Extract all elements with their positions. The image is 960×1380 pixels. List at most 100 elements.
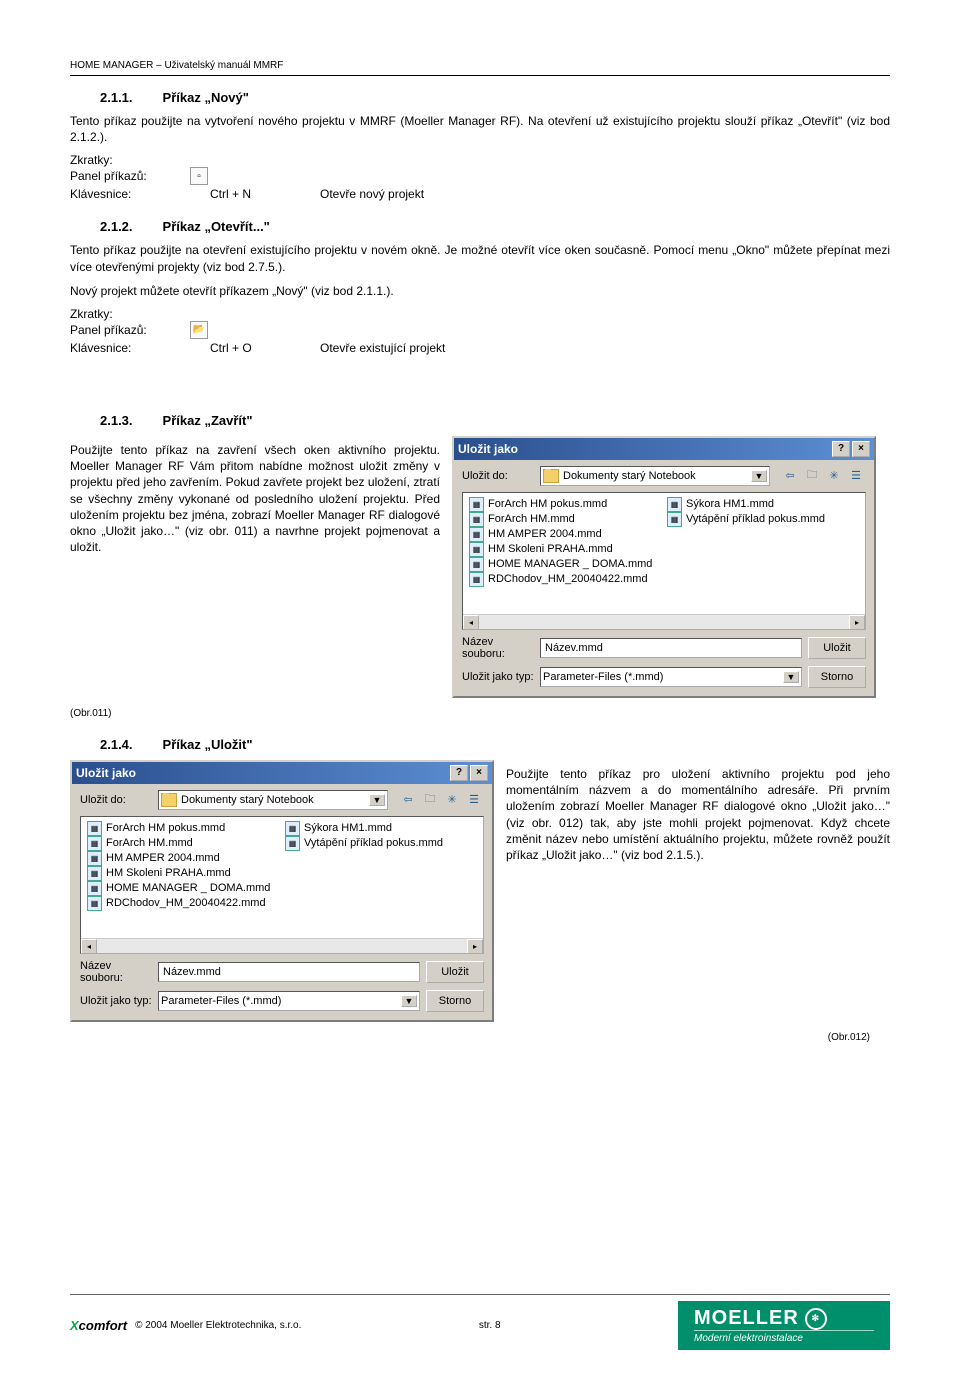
file-item[interactable]: ▦Vytápění příklad pokus.mmd [667, 512, 859, 527]
folder-icon [161, 793, 177, 807]
shortcuts-211: Zkratky: Panel příkazů: ▫ Klávesnice: Ct… [70, 153, 890, 201]
section-214: 2.1.4. Příkaz „Uložit" [100, 737, 890, 752]
mmd-file-icon: ▦ [87, 851, 102, 866]
file-list[interactable]: ▦ForArch HM pokus.mmd ▦ForArch HM.mmd ▦H… [462, 492, 866, 630]
cancel-button[interactable]: Storno [426, 990, 484, 1012]
save-button[interactable]: Uložit [808, 637, 866, 659]
moeller-logo-box: MOELLER ✼ Moderní elektroinstalace [678, 1301, 890, 1350]
filetype-label: Uložit jako typ: [80, 995, 152, 1007]
mmd-file-icon: ▦ [469, 497, 484, 512]
mmd-file-icon: ▦ [87, 866, 102, 881]
mmd-file-icon: ▦ [469, 512, 484, 527]
mmd-file-icon: ▦ [87, 896, 102, 911]
view-list-icon[interactable]: ☰ [846, 466, 866, 486]
file-item[interactable]: ▦HM Skoleni PRAHA.mmd [469, 542, 661, 557]
section-212-body1: Tento příkaz použijte na otevření existu… [70, 242, 890, 274]
filetype-combo[interactable]: Parameter-Files (*.mmd) ▼ [540, 667, 802, 687]
figure-caption-012: (Obr.012) [70, 1032, 870, 1043]
mmd-file-icon: ▦ [87, 821, 102, 836]
dialog-title: Uložit jako [458, 442, 518, 456]
filename-field[interactable]: Název.mmd [158, 962, 420, 982]
new-folder-icon[interactable]: ✳ [442, 790, 462, 810]
file-item[interactable]: ▦HM Skoleni PRAHA.mmd [87, 866, 279, 881]
mmd-file-icon: ▦ [285, 821, 300, 836]
save-to-label: Uložit do: [462, 470, 534, 482]
scroll-left-icon[interactable]: ◂ [81, 939, 97, 954]
file-item[interactable]: ▦HOME MANAGER _ DOMA.mmd [469, 557, 661, 572]
save-as-dialog-012: Uložit jako ? × Uložit do: Dokumenty sta… [70, 760, 494, 1022]
figure-caption-011: (Obr.011) [70, 708, 890, 719]
help-icon[interactable]: ? [832, 441, 850, 457]
file-item[interactable]: ▦Vytápění příklad pokus.mmd [285, 836, 477, 851]
chevron-down-icon[interactable]: ▼ [783, 671, 799, 683]
save-to-label: Uložit do: [80, 794, 152, 806]
shortcut-desc: Otevře existující projekt [320, 341, 890, 355]
xcomfort-logo: Xcomfort [70, 1318, 127, 1333]
folder-combo[interactable]: Dokumenty starý Notebook ▼ [158, 790, 388, 810]
keyboard-label: Klávesnice: [70, 341, 190, 355]
back-icon[interactable]: ⇦ [398, 790, 418, 810]
file-item[interactable]: ▦RDChodov_HM_20040422.mmd [469, 572, 661, 587]
file-list[interactable]: ▦ForArch HM pokus.mmd ▦ForArch HM.mmd ▦H… [80, 816, 484, 954]
up-folder-icon[interactable]: 🗀 [420, 790, 440, 810]
keyboard-label: Klávesnice: [70, 187, 190, 201]
file-item[interactable]: ▦ForArch HM.mmd [469, 512, 661, 527]
help-icon[interactable]: ? [450, 765, 468, 781]
up-folder-icon[interactable]: 🗀 [802, 466, 822, 486]
filename-field[interactable]: Název.mmd [540, 638, 802, 658]
dialog-title: Uložit jako [76, 766, 136, 780]
file-item[interactable]: ▦HM AMPER 2004.mmd [87, 851, 279, 866]
shortcuts-label: Zkratky: [70, 307, 890, 321]
section-211: 2.1.1. Příkaz „Nový" [100, 90, 890, 105]
scroll-right-icon[interactable]: ▸ [467, 939, 483, 954]
mmd-file-icon: ▦ [87, 881, 102, 896]
section-title: Příkaz „Otevřít..." [163, 219, 270, 234]
filetype-combo[interactable]: Parameter-Files (*.mmd) ▼ [158, 991, 420, 1011]
section-213: 2.1.3. Příkaz „Zavřít" [100, 413, 890, 428]
file-item[interactable]: ▦ForArch HM pokus.mmd [87, 821, 279, 836]
moeller-mark-icon: ✼ [805, 1308, 827, 1330]
back-icon[interactable]: ⇦ [780, 466, 800, 486]
open-file-icon: 📂 [190, 321, 208, 339]
doc-header: HOME MANAGER – Uživatelský manuál MMRF [70, 60, 890, 76]
chevron-down-icon[interactable]: ▼ [369, 794, 385, 806]
shortcut-key: Ctrl + N [210, 187, 320, 201]
shortcut-desc: Otevře nový projekt [320, 187, 890, 201]
section-211-body: Tento příkaz použijte na vytvoření novéh… [70, 113, 890, 145]
chevron-down-icon[interactable]: ▼ [401, 995, 417, 1007]
new-folder-icon[interactable]: ✳ [824, 466, 844, 486]
panel-label: Panel příkazů: [70, 323, 190, 337]
scroll-right-icon[interactable]: ▸ [849, 615, 865, 630]
file-item[interactable]: ▦ForArch HM pokus.mmd [469, 497, 661, 512]
cancel-button[interactable]: Storno [808, 666, 866, 688]
shortcut-key: Ctrl + O [210, 341, 320, 355]
file-item[interactable]: ▦HOME MANAGER _ DOMA.mmd [87, 881, 279, 896]
new-file-icon: ▫ [190, 167, 208, 185]
horizontal-scrollbar[interactable]: ◂ ▸ [463, 614, 865, 629]
section-number: 2.1.3. [100, 413, 133, 428]
close-icon[interactable]: × [852, 441, 870, 457]
folder-combo[interactable]: Dokumenty starý Notebook ▼ [540, 466, 770, 486]
filename-label: Názevsouboru: [80, 960, 152, 984]
section-title: Příkaz „Nový" [163, 90, 249, 105]
mmd-file-icon: ▦ [285, 836, 300, 851]
file-item[interactable]: ▦Sýkora HM1.mmd [285, 821, 477, 836]
chevron-down-icon[interactable]: ▼ [751, 470, 767, 482]
view-list-icon[interactable]: ☰ [464, 790, 484, 810]
file-item[interactable]: ▦HM AMPER 2004.mmd [469, 527, 661, 542]
page-number: str. 8 [479, 1320, 501, 1331]
section-title: Příkaz „Zavřít" [163, 413, 253, 428]
section-214-body: Použijte tento příkaz pro uložení aktivn… [506, 766, 890, 863]
file-item[interactable]: ▦RDChodov_HM_20040422.mmd [87, 896, 279, 911]
shortcuts-212: Zkratky: Panel příkazů: 📂 Klávesnice: Ct… [70, 307, 890, 355]
horizontal-scrollbar[interactable]: ◂ ▸ [81, 938, 483, 953]
moeller-tagline: Moderní elektroinstalace [694, 1330, 874, 1344]
mmd-file-icon: ▦ [667, 497, 682, 512]
file-item[interactable]: ▦Sýkora HM1.mmd [667, 497, 859, 512]
section-title: Příkaz „Uložit" [163, 737, 253, 752]
file-item[interactable]: ▦ForArch HM.mmd [87, 836, 279, 851]
scroll-left-icon[interactable]: ◂ [463, 615, 479, 630]
close-icon[interactable]: × [470, 765, 488, 781]
save-button[interactable]: Uložit [426, 961, 484, 983]
section-213-body: Použijte tento příkaz na zavření všech o… [70, 442, 440, 555]
